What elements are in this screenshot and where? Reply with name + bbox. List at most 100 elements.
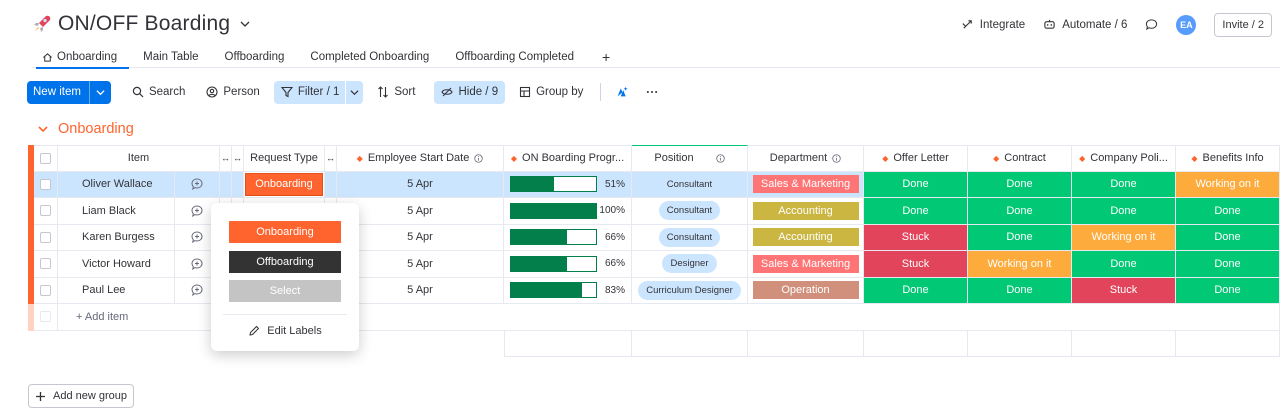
item-name-cell[interactable]: Victor Howard bbox=[58, 251, 175, 278]
item-name-cell[interactable]: Oliver Wallace bbox=[58, 171, 175, 198]
start-date-cell[interactable]: 5 Apr bbox=[337, 171, 504, 198]
tab-completed-onboarding[interactable]: Completed Onboarding bbox=[300, 46, 445, 68]
label-option-select[interactable]: Select bbox=[229, 280, 341, 302]
item-name-cell[interactable]: Karen Burgess bbox=[58, 224, 175, 251]
board-title[interactable]: ON/OFF Boarding bbox=[32, 12, 250, 36]
contract-cell[interactable]: Done bbox=[968, 224, 1072, 251]
contract-cell[interactable]: Done bbox=[968, 277, 1072, 304]
request-type-cell[interactable]: Onboarding bbox=[244, 171, 325, 198]
new-item-label[interactable]: New item bbox=[27, 80, 90, 104]
column-header-contract[interactable]: ◆ Contract bbox=[968, 145, 1072, 172]
integrate-button[interactable]: Integrate bbox=[961, 18, 1025, 31]
tab-offboarding-completed[interactable]: Offboarding Completed bbox=[445, 46, 590, 68]
position-cell[interactable]: Consultant bbox=[632, 224, 748, 251]
position-cell[interactable]: Curriculum Designer bbox=[632, 277, 748, 304]
sort-button[interactable]: Sort bbox=[370, 81, 422, 104]
new-item-button[interactable]: New item bbox=[27, 80, 111, 104]
company-policy-cell[interactable]: Done bbox=[1072, 198, 1176, 225]
row-checkbox[interactable] bbox=[40, 231, 51, 243]
department-cell[interactable]: Operation bbox=[748, 277, 864, 304]
invite-button[interactable]: Invite / 2 bbox=[1214, 12, 1272, 37]
column-header-offer-letter[interactable]: ◆ Offer Letter bbox=[864, 145, 968, 172]
benefits-cell[interactable]: Working on it bbox=[1176, 171, 1280, 198]
new-item-dropdown[interactable] bbox=[90, 81, 111, 104]
column-header-item[interactable]: Item bbox=[58, 145, 220, 172]
spacer-cell bbox=[325, 171, 337, 198]
column-header-department[interactable]: Department bbox=[748, 145, 864, 172]
chevron-down-icon[interactable] bbox=[240, 19, 250, 29]
updates-cell[interactable] bbox=[175, 171, 220, 198]
chevron-down-icon[interactable] bbox=[38, 124, 48, 134]
start-date-cell[interactable]: 5 Apr bbox=[337, 198, 504, 225]
company-policy-cell[interactable]: Stuck bbox=[1072, 277, 1176, 304]
column-header-position[interactable]: Position bbox=[632, 145, 748, 172]
department-cell[interactable]: Sales & Marketing bbox=[748, 171, 864, 198]
group-title[interactable]: Onboarding bbox=[38, 121, 134, 137]
avatar[interactable]: EA bbox=[1176, 14, 1197, 35]
select-all-checkbox[interactable] bbox=[40, 152, 51, 164]
edit-labels-button[interactable]: Edit Labels bbox=[211, 325, 359, 337]
label-option-offboarding[interactable]: Offboarding bbox=[229, 251, 341, 273]
contract-cell[interactable]: Working on it bbox=[968, 251, 1072, 278]
column-title: Offer Letter bbox=[893, 152, 949, 165]
column-header-company-policy[interactable]: ◆ Company Poli... bbox=[1072, 145, 1176, 172]
column-header-progress[interactable]: ◆ ON Boarding Progr... bbox=[504, 145, 632, 172]
benefits-cell[interactable]: Done bbox=[1176, 251, 1280, 278]
add-view-button[interactable]: + bbox=[590, 46, 622, 68]
group-by-button[interactable]: Group by bbox=[512, 81, 590, 104]
offer-letter-cell[interactable]: Stuck bbox=[864, 224, 968, 251]
department-cell[interactable]: Sales & Marketing bbox=[748, 251, 864, 278]
column-resize-handle[interactable]: ↔ bbox=[232, 145, 244, 172]
start-date-cell[interactable]: 5 Apr bbox=[337, 224, 504, 251]
position-cell[interactable]: Consultant bbox=[632, 171, 748, 198]
contract-cell[interactable]: Done bbox=[968, 171, 1072, 198]
info-icon[interactable] bbox=[474, 154, 484, 163]
row-checkbox[interactable] bbox=[40, 178, 51, 190]
offer-letter-cell[interactable]: Done bbox=[864, 198, 968, 225]
column-header-benefits[interactable]: ◆ Benefits Info bbox=[1176, 145, 1280, 172]
add-new-group-button[interactable]: Add new group bbox=[28, 384, 134, 408]
benefits-cell[interactable]: Done bbox=[1176, 224, 1280, 251]
column-resize-handle[interactable]: ↔ bbox=[325, 145, 337, 172]
row-checkbox[interactable] bbox=[40, 258, 51, 270]
offer-letter-cell[interactable]: Stuck bbox=[864, 251, 968, 278]
start-date-cell[interactable]: 5 Apr bbox=[337, 251, 504, 278]
item-name-cell[interactable]: Liam Black bbox=[58, 198, 175, 225]
info-icon[interactable] bbox=[832, 154, 841, 163]
benefits-cell[interactable]: Done bbox=[1176, 277, 1280, 304]
filter-button[interactable]: Filter / 1 bbox=[273, 80, 346, 104]
person-filter-button[interactable]: Person bbox=[199, 81, 266, 104]
search-button[interactable]: Search bbox=[125, 81, 192, 104]
tab-main-table[interactable]: Main Table bbox=[133, 46, 214, 68]
company-policy-cell[interactable]: Done bbox=[1072, 171, 1176, 198]
contract-cell[interactable]: Done bbox=[968, 198, 1072, 225]
more-options-button[interactable] bbox=[639, 81, 665, 104]
tab-offboarding[interactable]: Offboarding bbox=[215, 46, 301, 68]
offer-letter-cell[interactable]: Done bbox=[864, 277, 968, 304]
column-header-request-type[interactable]: Request Type bbox=[244, 145, 325, 172]
position-cell[interactable]: Designer bbox=[632, 251, 748, 278]
filter-dropdown[interactable] bbox=[345, 80, 364, 104]
start-date-cell[interactable]: 5 Apr bbox=[337, 277, 504, 304]
table-row[interactable]: Oliver Wallace Onboarding 5 Apr 51% Cons… bbox=[28, 171, 1280, 198]
company-policy-cell[interactable]: Done bbox=[1072, 251, 1176, 278]
label-option-onboarding[interactable]: Onboarding bbox=[229, 221, 341, 243]
tab-onboarding[interactable]: Onboarding bbox=[32, 46, 133, 69]
benefits-cell[interactable]: Done bbox=[1176, 198, 1280, 225]
department-cell[interactable]: Accounting bbox=[748, 198, 864, 225]
automate-button[interactable]: Automate / 6 bbox=[1043, 18, 1127, 31]
row-checkbox[interactable] bbox=[40, 205, 51, 217]
company-policy-cell[interactable]: Working on it bbox=[1072, 224, 1176, 251]
row-checkbox[interactable] bbox=[40, 284, 51, 296]
ai-assistant-button[interactable] bbox=[609, 81, 635, 104]
hide-button[interactable]: Hide / 9 bbox=[434, 80, 506, 104]
info-icon[interactable] bbox=[715, 154, 725, 163]
item-name-cell[interactable]: Paul Lee bbox=[58, 277, 175, 304]
department-cell[interactable]: Accounting bbox=[748, 224, 864, 251]
updates-button[interactable] bbox=[1145, 18, 1158, 31]
offer-letter-cell[interactable]: Done bbox=[864, 171, 968, 198]
progress-cell: 51% bbox=[504, 171, 632, 198]
position-cell[interactable]: Consultant bbox=[632, 198, 748, 225]
column-resize-handle[interactable]: ↔ bbox=[220, 145, 232, 172]
column-header-start-date[interactable]: ◆ Employee Start Date bbox=[337, 145, 504, 172]
